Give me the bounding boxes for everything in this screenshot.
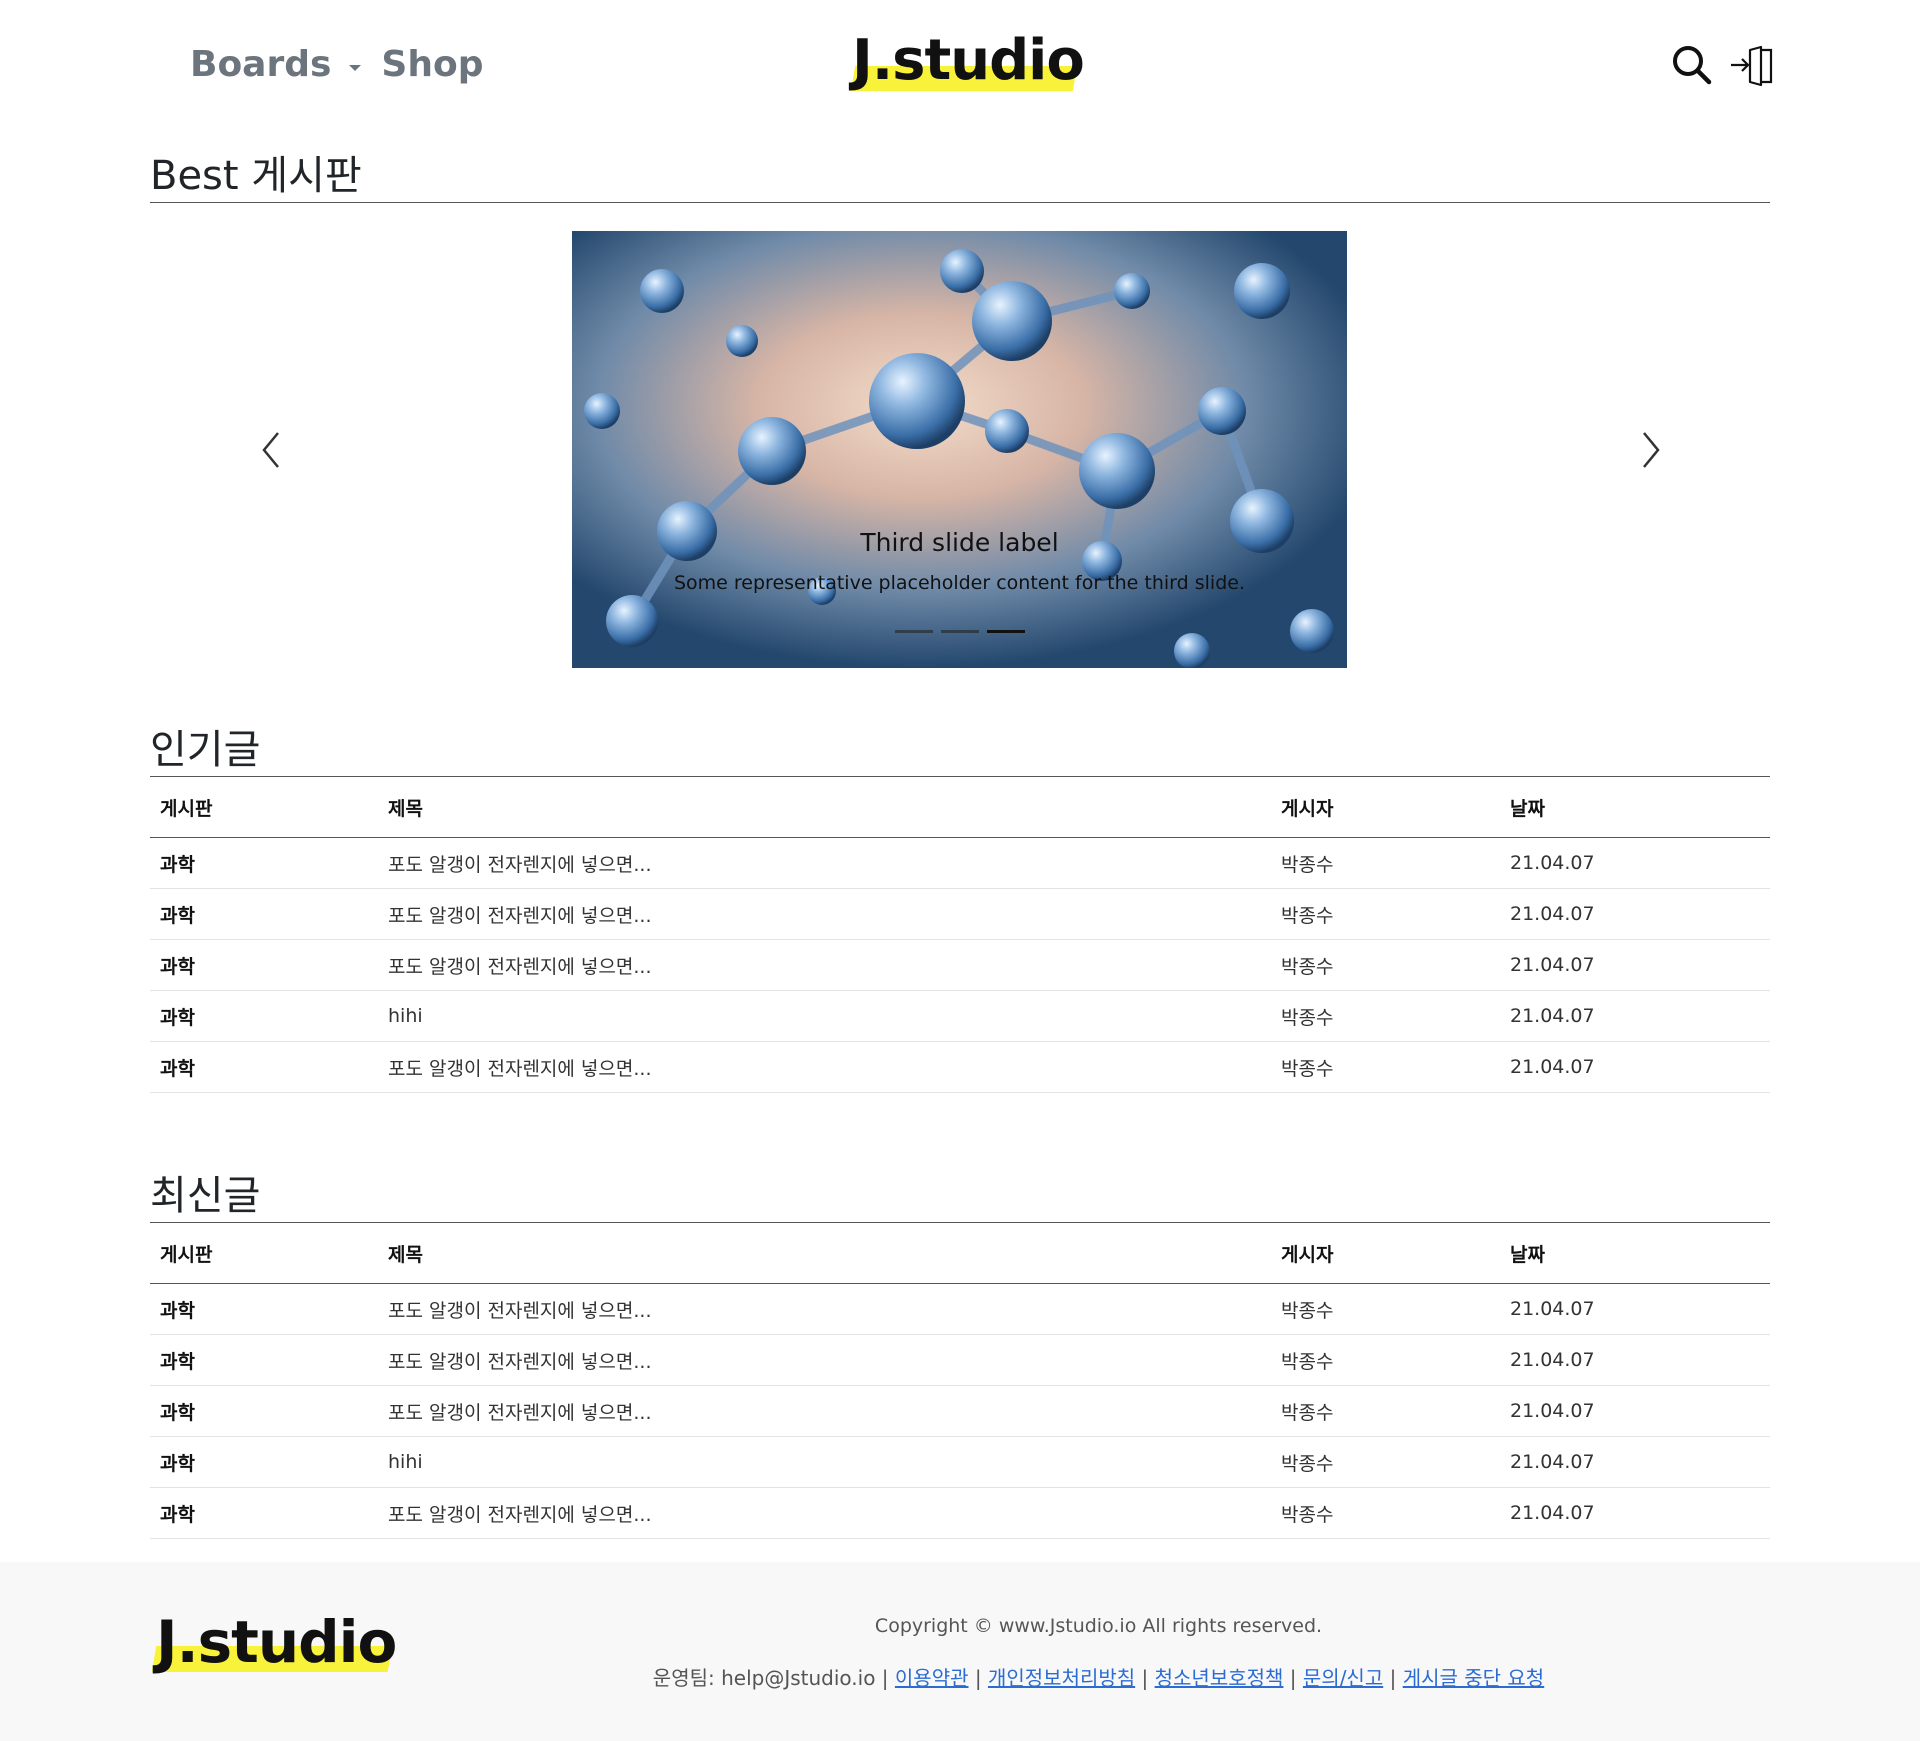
cell-author: 박종수	[1271, 888, 1500, 940]
cell-title[interactable]: 포도 알갱이 전자렌지에 넣으면...	[378, 837, 1271, 889]
cell-date: 21.04.07	[1500, 1041, 1770, 1093]
cell-date: 21.04.07	[1500, 939, 1770, 991]
table-row[interactable]: 과학 포도 알갱이 전자렌지에 넣으면... 박종수 21.04.07	[150, 1385, 1770, 1437]
cell-author: 박종수	[1271, 1041, 1500, 1093]
cell-date: 21.04.07	[1500, 1283, 1770, 1335]
cell-title[interactable]: 포도 알갱이 전자렌지에 넣으면...	[378, 1385, 1271, 1437]
molecule-slide-image	[572, 231, 1347, 668]
cell-author: 박종수	[1271, 1334, 1500, 1386]
chevron-left-icon	[262, 432, 279, 468]
carousel-prev-button[interactable]	[252, 425, 292, 475]
cell-title[interactable]: 포도 알갱이 전자렌지에 넣으면...	[378, 1283, 1271, 1335]
footer-links: 운영팀: help@Jstudio.io | 이용약관 | 개인정보처리방침 |…	[652, 1666, 1545, 1690]
table-row[interactable]: 과학 포도 알갱이 전자렌지에 넣으면... 박종수 21.04.07	[150, 939, 1770, 991]
cell-board: 과학	[150, 1436, 378, 1488]
cell-title[interactable]: hihi	[378, 990, 1271, 1042]
latest-section-title-text: 최신글	[150, 1173, 261, 1219]
cell-board: 과학	[150, 1487, 378, 1539]
cell-author: 박종수	[1271, 1283, 1500, 1335]
carousel-indicators	[572, 630, 1347, 633]
cell-title[interactable]: 포도 알갱이 전자렌지에 넣으면...	[378, 888, 1271, 940]
cell-date: 21.04.07	[1500, 1334, 1770, 1386]
table-header-row: 게시판 제목 게시자 날짜	[150, 1223, 1770, 1284]
footer-link-privacy[interactable]: 개인정보처리방침	[988, 1666, 1135, 1690]
nav-shop-link[interactable]: Shop	[381, 44, 483, 85]
cell-board: 과학	[150, 1334, 378, 1386]
footer-team-contact: 운영팀: help@Jstudio.io	[652, 1666, 876, 1690]
footer-link-youth-policy[interactable]: 청소년보호정책	[1155, 1666, 1284, 1690]
table-row[interactable]: 과학 포도 알갱이 전자렌지에 넣으면... 박종수 21.04.07	[150, 1283, 1770, 1335]
table-row[interactable]: 과학 hihi 박종수 21.04.07	[150, 990, 1770, 1042]
column-header-date: 날짜	[1500, 777, 1770, 838]
cell-title[interactable]: 포도 알갱이 전자렌지에 넣으면...	[378, 939, 1271, 991]
cell-date: 21.04.07	[1500, 1487, 1770, 1539]
popular-section-title: 인기글	[150, 725, 1770, 777]
best-carousel[interactable]	[572, 231, 1347, 668]
column-header-board: 게시판	[150, 1223, 378, 1284]
latest-posts-table: 게시판 제목 게시자 날짜 과학 포도 알갱이 전자렌지에 넣으면... 박종수…	[150, 1223, 1770, 1539]
table-row[interactable]: 과학 hihi 박종수 21.04.07	[150, 1436, 1770, 1488]
cell-board: 과학	[150, 1041, 378, 1093]
column-header-date: 날짜	[1500, 1223, 1770, 1284]
cell-author: 박종수	[1271, 837, 1500, 889]
popular-posts-table: 게시판 제목 게시자 날짜 과학 포도 알갱이 전자렌지에 넣으면... 박종수…	[150, 777, 1770, 1093]
cell-board: 과학	[150, 1283, 378, 1335]
carousel-indicator-3[interactable]	[986, 630, 1025, 633]
cell-author: 박종수	[1271, 1487, 1500, 1539]
column-header-title: 제목	[378, 1223, 1271, 1284]
column-header-title: 제목	[378, 777, 1271, 838]
cell-board: 과학	[150, 939, 378, 991]
cell-author: 박종수	[1271, 990, 1500, 1042]
site-logo[interactable]: J.studio	[849, 28, 1085, 94]
cell-board: 과학	[150, 1385, 378, 1437]
column-header-author: 게시자	[1271, 1223, 1500, 1284]
best-section-title: Best 게시판	[150, 151, 1770, 203]
cell-author: 박종수	[1271, 939, 1500, 991]
cell-title[interactable]: hihi	[378, 1436, 1271, 1488]
carousel-caption-text: Some representative placeholder content …	[673, 572, 1245, 594]
cell-date: 21.04.07	[1500, 1385, 1770, 1437]
table-row[interactable]: 과학 포도 알갱이 전자렌지에 넣으면... 박종수 21.04.07	[150, 1334, 1770, 1386]
nav-boards-link[interactable]: Boards	[190, 44, 331, 85]
search-icon[interactable]	[1671, 44, 1713, 86]
cell-board: 과학	[150, 837, 378, 889]
table-row[interactable]: 과학 포도 알갱이 전자렌지에 넣으면... 박종수 21.04.07	[150, 1487, 1770, 1539]
cell-board: 과학	[150, 888, 378, 940]
cell-date: 21.04.07	[1500, 1436, 1770, 1488]
site-footer: J.studio Copyright © www.Jstudio.io All …	[0, 1562, 1920, 1741]
cell-title[interactable]: 포도 알갱이 전자렌지에 넣으면...	[378, 1041, 1271, 1093]
cell-date: 21.04.07	[1500, 888, 1770, 940]
main-nav: Boards Shop	[190, 44, 483, 85]
popular-section-title-text: 인기글	[150, 727, 261, 773]
cell-title[interactable]: 포도 알갱이 전자렌지에 넣으면...	[378, 1487, 1271, 1539]
footer-link-takedown[interactable]: 게시글 중단 요청	[1403, 1666, 1545, 1690]
latest-section-title: 최신글	[150, 1171, 1770, 1223]
cell-title[interactable]: 포도 알갱이 전자렌지에 넣으면...	[378, 1334, 1271, 1386]
chevron-right-icon	[1643, 432, 1660, 468]
footer-link-report[interactable]: 문의/신고	[1303, 1666, 1383, 1690]
carousel-next-button[interactable]	[1630, 425, 1670, 475]
cell-author: 박종수	[1271, 1436, 1500, 1488]
chevron-down-icon[interactable]	[349, 64, 362, 71]
table-row[interactable]: 과학 포도 알갱이 전자렌지에 넣으면... 박종수 21.04.07	[150, 837, 1770, 889]
logo-text: J.studio	[852, 28, 1085, 93]
footer-link-terms[interactable]: 이용약관	[895, 1666, 969, 1690]
carousel-indicator-1[interactable]	[894, 630, 933, 633]
cell-date: 21.04.07	[1500, 990, 1770, 1042]
column-header-board: 게시판	[150, 777, 378, 838]
table-header-row: 게시판 제목 게시자 날짜	[150, 777, 1770, 838]
cell-date: 21.04.07	[1500, 837, 1770, 889]
carousel-caption-title: Third slide label	[860, 528, 1059, 557]
carousel-indicator-2[interactable]	[940, 630, 979, 633]
best-section-title-text: Best 게시판	[150, 153, 362, 199]
table-row[interactable]: 과학 포도 알갱이 전자렌지에 넣으면... 박종수 21.04.07	[150, 888, 1770, 940]
table-row[interactable]: 과학 포도 알갱이 전자렌지에 넣으면... 박종수 21.04.07	[150, 1041, 1770, 1093]
column-header-author: 게시자	[1271, 777, 1500, 838]
cell-board: 과학	[150, 990, 378, 1042]
cell-author: 박종수	[1271, 1385, 1500, 1437]
login-icon[interactable]	[1729, 44, 1775, 88]
footer-copyright: Copyright © www.Jstudio.io All rights re…	[874, 1615, 1323, 1637]
